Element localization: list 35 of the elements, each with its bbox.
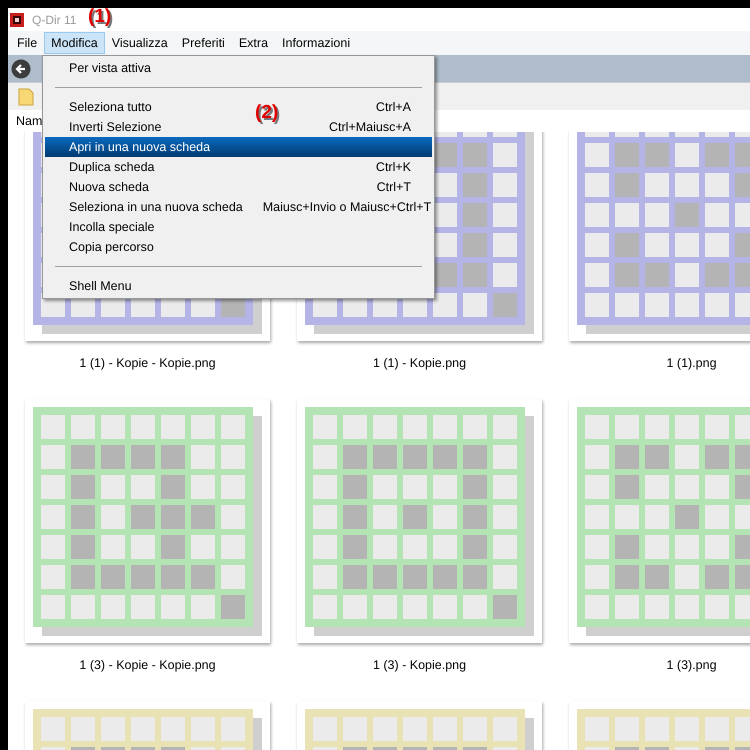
callout-label: (2) — [255, 102, 278, 124]
shortcut-label: Ctrl+Maiusc+A — [329, 120, 411, 134]
column-header[interactable]: Nam — [16, 114, 42, 128]
menu-highlight[interactable]: Apri in una nuova scheda — [45, 137, 432, 157]
menu-item[interactable]: Copia percorso — [69, 240, 154, 254]
window-title: Q-Dir 11 — [32, 12, 76, 26]
file-name: 1 (1) - Kopie.png — [372, 355, 466, 372]
back-icon[interactable] — [11, 58, 31, 78]
menu-item[interactable]: Informazioni — [275, 32, 358, 54]
menu-item[interactable]: File — [10, 32, 44, 54]
menu-item[interactable]: Preferiti — [174, 32, 232, 54]
shortcut-label: Ctrl+K — [376, 160, 411, 174]
menu-item[interactable]: Visualizza — [104, 32, 175, 54]
menu-item[interactable]: Nuova scheda — [69, 180, 149, 194]
folder-icon — [18, 88, 34, 106]
file-name: 1 (1).png — [666, 355, 717, 372]
menu-item[interactable]: Shell Menu — [69, 279, 132, 293]
menu-item[interactable]: Inverti Selezione — [69, 120, 162, 134]
menu-item[interactable]: Duplica scheda — [69, 160, 154, 174]
app-icon — [10, 12, 24, 26]
file-name: 1 (3) - Kopie - Kopie.png — [79, 657, 216, 674]
menu-item[interactable]: Per vista attiva — [69, 61, 151, 75]
file-name: 1 (3) - Kopie.png — [372, 657, 466, 674]
shortcut-label: Ctrl+T — [376, 180, 411, 194]
file-name: 1 (1) - Kopie - Kopie.png — [79, 355, 216, 372]
menu-item[interactable]: Apri in una nuova scheda — [69, 140, 210, 154]
shortcut-label: Ctrl+A — [376, 100, 411, 114]
menu-item[interactable]: Extra — [232, 32, 276, 54]
menu-item[interactable]: Seleziona tutto — [69, 100, 152, 114]
menu-item[interactable]: Incolla speciale — [69, 220, 154, 234]
menu-item[interactable]: Seleziona in una nuova scheda — [69, 200, 243, 214]
callout-label: (1) — [88, 6, 112, 28]
shortcut-label: Maiusc+Invio o Maiusc+Ctrl+T — [262, 200, 432, 214]
menu-item[interactable]: Modifica — [44, 32, 105, 54]
file-name: 1 (3).png — [666, 657, 717, 674]
